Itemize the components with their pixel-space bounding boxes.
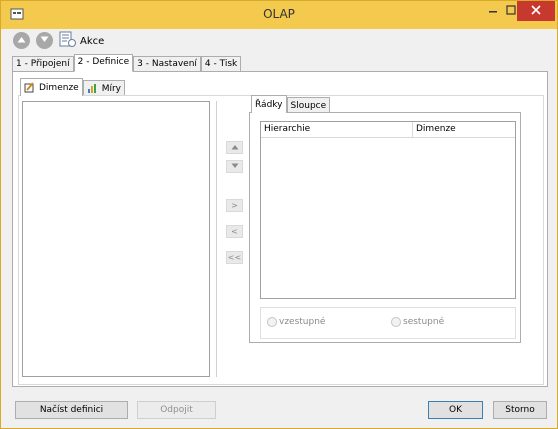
move-up-button[interactable] — [13, 32, 30, 49]
tab-nastaveni[interactable]: 3 - Nastavení — [133, 56, 201, 72]
triangle-down-icon — [231, 162, 239, 171]
tab-miry[interactable]: Míry — [82, 80, 125, 96]
actions-icon — [59, 31, 76, 51]
axis-panel: Hierarchie Dimenze vzestupné sestupné — [249, 112, 521, 343]
tab-dimenze-label: Dimenze — [39, 82, 79, 93]
move-down-button[interactable] — [36, 32, 53, 49]
akce-button[interactable]: Akce — [59, 31, 104, 51]
radio-circle-icon — [267, 317, 277, 327]
toolbar: Akce — [8, 29, 551, 53]
arrow-up-icon — [17, 36, 26, 46]
close-button[interactable] — [517, 1, 555, 21]
main-tabs: 1 - Připojení 2 - Definice 3 - Nastavení… — [12, 54, 242, 72]
radio-descending[interactable]: sestupné — [391, 317, 444, 327]
tab-definice[interactable]: 2 - Definice — [73, 54, 134, 72]
akce-label: Akce — [80, 35, 105, 47]
tab-sloupce[interactable]: Sloupce — [286, 97, 331, 113]
arrow-down-icon — [40, 36, 49, 46]
move-item-down-button[interactable] — [226, 160, 243, 173]
unlink-button[interactable]: Odpojit — [137, 401, 216, 419]
bar-chart-icon — [87, 83, 98, 94]
dimension-panel: > < << Řádky Sloupce Hierarchie Dimenze — [18, 95, 544, 385]
maximize-icon — [505, 4, 516, 18]
definition-panel: Dimenze Míry > < << Řádky Sloupce Hierar… — [12, 71, 548, 387]
dimension-tree[interactable] — [22, 101, 210, 377]
client-area: Akce 1 - Připojení 2 - Definice 3 - Nast… — [8, 29, 551, 422]
remove-all-button[interactable]: << — [226, 251, 243, 264]
column-header-hierarchie[interactable]: Hierarchie — [261, 122, 413, 137]
olap-window: OLAP Akce 1 - Připojení 2 - Definice 3 -… — [0, 0, 558, 429]
add-button[interactable]: > — [226, 199, 243, 212]
minimize-icon — [488, 5, 498, 18]
tab-radky[interactable]: Řádky — [251, 95, 287, 113]
radio-ascending[interactable]: vzestupné — [267, 317, 325, 327]
grid-header: Hierarchie Dimenze — [261, 122, 515, 138]
triangle-up-icon — [231, 143, 239, 152]
tab-miry-label: Míry — [101, 83, 121, 94]
tab-dimenze[interactable]: Dimenze — [20, 78, 83, 96]
close-icon — [531, 4, 541, 18]
load-definition-button[interactable]: Načíst definici — [15, 401, 128, 419]
sort-group: vzestupné sestupné — [260, 307, 516, 339]
axis-tabs: Řádky Sloupce — [251, 95, 331, 113]
definition-tabs: Dimenze Míry — [20, 78, 125, 96]
ok-button[interactable]: OK — [428, 401, 483, 419]
title-bar[interactable]: OLAP — [1, 1, 557, 29]
move-item-up-button[interactable] — [226, 141, 243, 154]
hierarchy-grid[interactable]: Hierarchie Dimenze — [260, 121, 516, 299]
column-header-dimenze[interactable]: Dimenze — [413, 122, 515, 137]
remove-button[interactable]: < — [226, 225, 243, 238]
radio-circle-icon — [391, 317, 401, 327]
tab-pripojeni[interactable]: 1 - Připojení — [12, 56, 74, 72]
splitter[interactable] — [216, 101, 217, 377]
radio-descending-label: sestupné — [403, 317, 445, 327]
radio-ascending-label: vzestupné — [279, 317, 326, 327]
window-title: OLAP — [263, 7, 295, 21]
cancel-button[interactable]: Storno — [493, 401, 547, 419]
dimension-icon — [24, 82, 35, 93]
tab-tisk[interactable]: 4 - Tisk — [200, 56, 242, 72]
